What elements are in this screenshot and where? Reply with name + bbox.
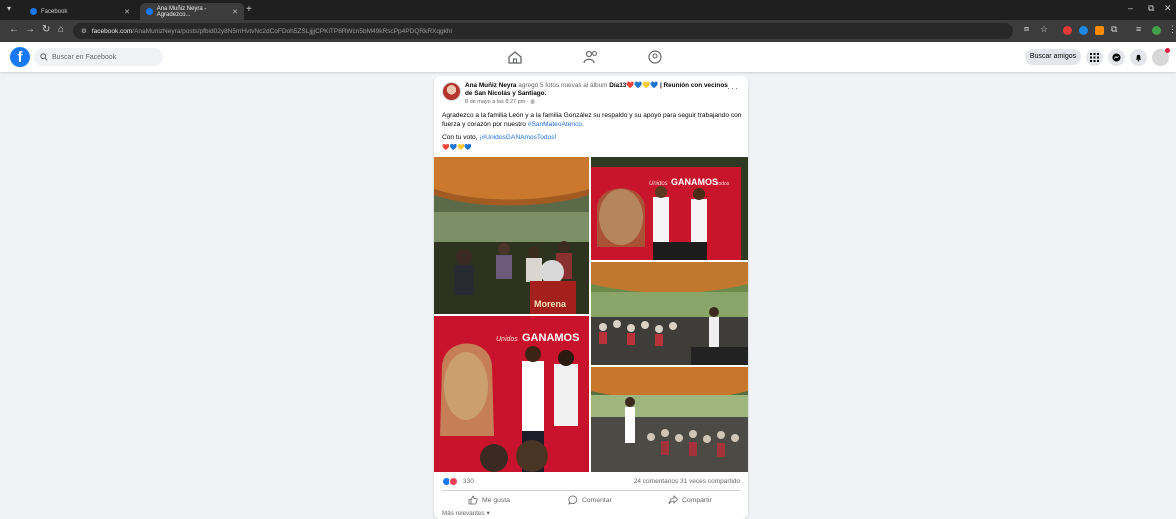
author-avatar[interactable]: [442, 82, 461, 101]
browser-tab-bar: ▾ Facebook ✕ Ana Muñiz Neyra - Agradezco…: [0, 0, 1176, 20]
tab-title: Ana Muñiz Neyra - Agradezco...: [156, 5, 207, 18]
comment-icon: [568, 495, 578, 505]
site-info-icon[interactable]: ⚙: [81, 27, 87, 35]
menu-kebab-icon[interactable]: ⋮: [1168, 24, 1176, 35]
media-icon[interactable]: ≡: [1136, 24, 1141, 34]
groups-nav-icon[interactable]: [647, 50, 663, 64]
photo-2[interactable]: Unidos GANAMOS todos: [591, 157, 748, 260]
address-bar-row: ← → ↻ ⌂ ⚙ facebook.com /AnaMunizNeyra/po…: [0, 20, 1176, 42]
home-icon[interactable]: ⌂: [58, 24, 64, 35]
tab-search-icon[interactable]: ▾: [7, 4, 11, 13]
forward-icon[interactable]: →: [25, 24, 35, 35]
more-options-icon[interactable]: ···: [727, 83, 739, 93]
photo-5[interactable]: [591, 367, 748, 472]
extension-icon[interactable]: [1095, 26, 1104, 35]
photo-4[interactable]: Unidos GANAMOS: [434, 316, 589, 472]
extension-icon[interactable]: [1063, 26, 1072, 35]
url-host: facebook.com: [91, 27, 133, 35]
hashtag-link[interactable]: #SanMateoAtenco.: [528, 121, 584, 128]
url-input[interactable]: ⚙ facebook.com /AnaMunizNeyra/posts/pfbi…: [73, 23, 1013, 39]
hashtag-link[interactable]: ¡#UnidosGANAmosTodos!: [479, 134, 556, 141]
public-globe-icon: ◍: [530, 99, 535, 105]
share-label: Compartir: [682, 496, 712, 504]
bell-icon: [1135, 54, 1142, 62]
find-friends-button[interactable]: Buscar amigos: [1025, 49, 1081, 65]
share-button[interactable]: Compartir: [668, 493, 712, 507]
like-button[interactable]: Me gusta: [468, 493, 510, 507]
new-tab-icon[interactable]: +: [246, 4, 252, 15]
banner-prefix: Unidos: [649, 181, 668, 187]
cast-icon[interactable]: ⧈: [1024, 24, 1029, 34]
post-text-second: Con tu voto, ¡#UnidosGANAmosTodos!: [442, 134, 556, 141]
share-icon: [668, 495, 678, 505]
messenger-icon: [1112, 53, 1121, 62]
comments-shares-count[interactable]: 24 comentarios 31 veces compartido: [634, 478, 740, 485]
browser-tab-post[interactable]: Ana Muñiz Neyra - Agradezco... ✕: [140, 3, 244, 20]
search-icon: [40, 53, 48, 61]
url-path: /AnaMunizNeyra/posts/pfbid02y8N5mHvtvNc2…: [132, 27, 452, 35]
post-timestamp[interactable]: 8 de mayo a las 8:27 pm · ◍: [465, 99, 535, 105]
home-nav-icon[interactable]: [507, 50, 523, 64]
messenger-button[interactable]: [1108, 49, 1125, 66]
timestamp-text: 8 de mayo a las 8:27 pm ·: [465, 99, 529, 105]
account-avatar[interactable]: [1152, 48, 1170, 66]
album-emojis: ❤️💙💛💙: [626, 82, 659, 89]
menu-grid-button[interactable]: [1086, 49, 1103, 66]
search-placeholder: Buscar en Facebook: [52, 53, 117, 61]
profile-avatar-icon[interactable]: [1152, 26, 1161, 35]
tab-title: Facebook: [41, 8, 68, 15]
reaction-count[interactable]: 330: [463, 478, 474, 485]
photo-1[interactable]: Morena: [434, 157, 589, 314]
close-tab-icon[interactable]: ✕: [124, 8, 130, 16]
friends-nav-icon[interactable]: [583, 50, 599, 64]
facebook-search-input[interactable]: Buscar en Facebook: [34, 48, 163, 66]
photo-3[interactable]: [591, 262, 748, 365]
banner-prefix: Unidos: [496, 336, 518, 343]
post-header: Ana Muñiz Neyra agregó 5 fotos nuevas al…: [465, 82, 735, 98]
emoji-line: ❤️💙💛💙: [442, 145, 472, 151]
facebook-header: f Buscar en Facebook Buscar amigos: [0, 42, 1176, 72]
facebook-logo-icon[interactable]: f: [10, 47, 30, 67]
minimize-icon[interactable]: –: [1128, 3, 1133, 13]
divider: [442, 490, 740, 491]
facebook-favicon-icon: [30, 8, 37, 15]
comment-button[interactable]: Comentar: [568, 493, 612, 507]
extension-icon[interactable]: [1079, 26, 1088, 35]
comment-sort-dropdown[interactable]: Más relevantes ▾: [442, 510, 490, 517]
post-action-text: agregó 5 fotos nuevas al álbum: [518, 82, 608, 89]
maximize-icon[interactable]: ⧉: [1148, 3, 1154, 14]
comment-label: Comentar: [582, 496, 612, 504]
post-text-main: Agradezco a la familia León y a la famil…: [442, 112, 742, 128]
thumbs-up-icon: [468, 495, 478, 505]
album-link[interactable]: Día13: [609, 82, 626, 89]
bookmark-star-icon[interactable]: ☆: [1040, 24, 1048, 35]
notification-dot-icon: [1165, 48, 1170, 53]
banner-suffix: todos: [717, 181, 730, 187]
like-label: Me gusta: [482, 496, 510, 504]
author-name[interactable]: Ana Muñiz Neyra: [465, 82, 517, 89]
photo-grid: Morena Unidos GANAMOS todos Unidos GANAM…: [434, 157, 748, 472]
extensions-puzzle-icon[interactable]: ⧉: [1111, 24, 1117, 35]
close-tab-icon[interactable]: ✕: [232, 8, 238, 16]
facebook-favicon-icon: [146, 8, 153, 15]
browser-tab-facebook[interactable]: Facebook ✕: [24, 3, 136, 20]
notifications-button[interactable]: [1130, 49, 1147, 66]
close-window-icon[interactable]: ✕: [1164, 3, 1172, 14]
second-line-prefix: Con tu voto,: [442, 134, 478, 141]
love-reaction-icon[interactable]: [449, 477, 458, 486]
grid-icon: [1090, 53, 1099, 62]
banner-word: GANAMOS: [671, 177, 718, 187]
post-text: Agradezco a la familia León y a la famil…: [442, 112, 742, 129]
shirt-text: Morena: [534, 299, 567, 309]
banner-word: GANAMOS: [522, 332, 579, 344]
post-card: Ana Muñiz Neyra agregó 5 fotos nuevas al…: [434, 76, 748, 519]
reactions-row: 330 24 comentarios 31 veces compartido: [442, 476, 740, 488]
reload-icon[interactable]: ↻: [42, 24, 50, 35]
back-icon[interactable]: ←: [9, 24, 19, 35]
